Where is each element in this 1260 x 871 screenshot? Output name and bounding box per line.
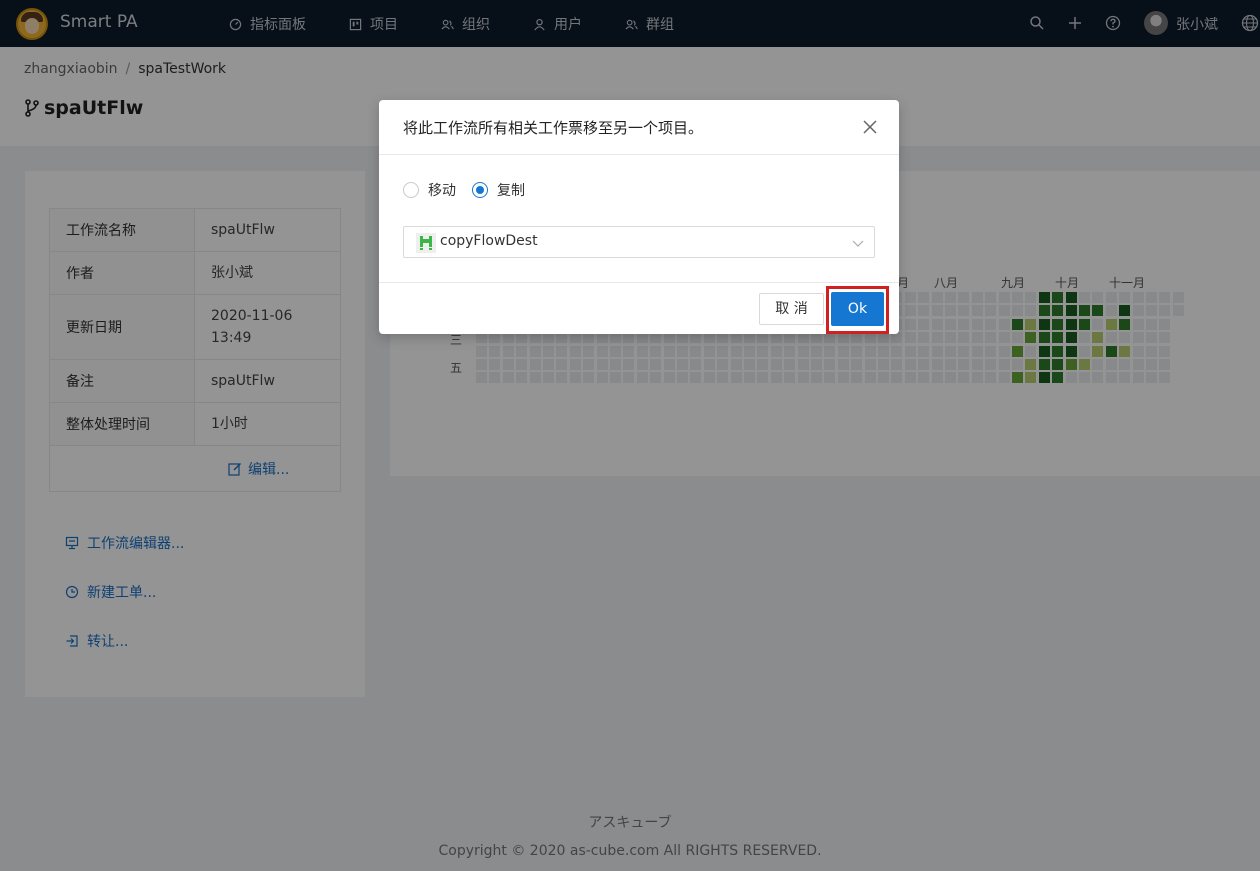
- radio-move-label[interactable]: 移动: [428, 180, 456, 200]
- move-tickets-dialog: 将此工作流所有相关工作票移至另一个项目。 移动 复制 copyFlowDest …: [379, 100, 899, 334]
- footer-brand: アスキューブ: [588, 815, 672, 831]
- destination-project-select[interactable]: copyFlowDest: [403, 226, 875, 258]
- project-avatar-icon: [416, 233, 436, 253]
- close-icon[interactable]: [862, 119, 878, 135]
- chevron-down-icon: [852, 240, 864, 247]
- dialog-header-divider: [379, 154, 899, 155]
- footer-copyright: Copyright © 2020 as-cube.com All RIGHTS …: [438, 843, 822, 859]
- radio-move[interactable]: [403, 182, 419, 198]
- cancel-button[interactable]: 取 消: [759, 293, 824, 325]
- ok-button[interactable]: Ok: [831, 292, 884, 326]
- dialog-title: 将此工作流所有相关工作票移至另一个项目。: [403, 119, 704, 137]
- move-copy-radio-group: 移动 复制: [403, 180, 541, 200]
- radio-copy-label[interactable]: 复制: [497, 180, 525, 200]
- radio-copy[interactable]: [472, 182, 488, 198]
- select-value: copyFlowDest: [440, 233, 538, 249]
- dialog-footer-divider: [379, 282, 899, 283]
